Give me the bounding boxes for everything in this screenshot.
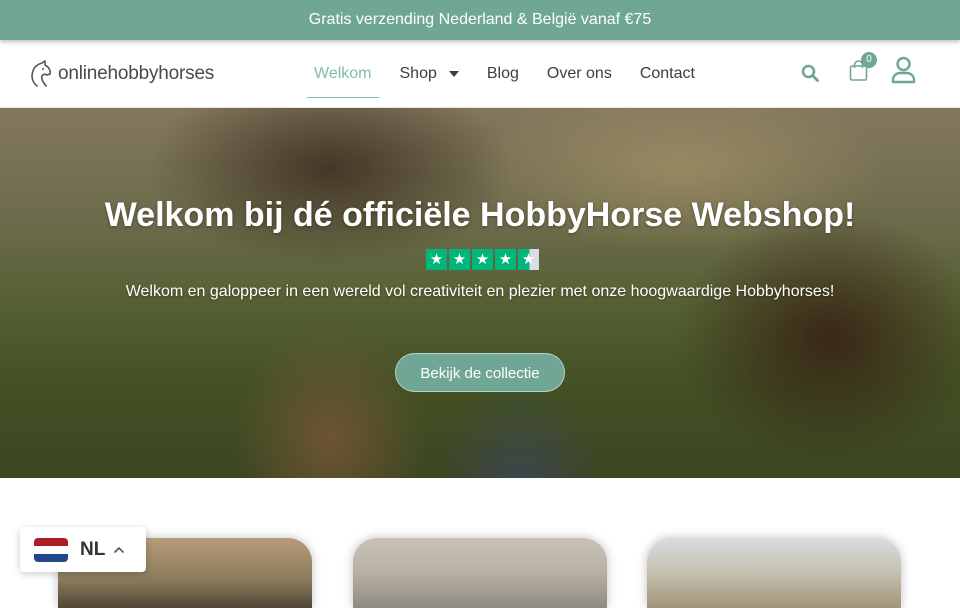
cart-count-badge: 0 (861, 52, 877, 68)
category-card-image[interactable] (353, 538, 607, 608)
nav-label: Shop (399, 65, 437, 82)
star-icon: ★ (426, 249, 447, 270)
cart-button[interactable]: 0 (849, 52, 877, 87)
site-header: onlinehobbyhorses Welkom Shop Blog Over … (0, 40, 960, 108)
nav-label: Over ons (546, 65, 612, 82)
logo-text: onlinehobbyhorses (58, 63, 215, 84)
trustpilot-rating: ★ ★ ★ ★ ★ (426, 249, 539, 270)
promo-text: Gratis verzending Nederland & België van… (308, 11, 652, 28)
category-card-image[interactable] (647, 538, 901, 608)
search-button[interactable] (801, 64, 819, 87)
main-nav: Welkom Shop Blog Over ons Contact (300, 40, 709, 108)
caret-down-icon (448, 71, 459, 77)
nav-item-contact[interactable]: Contact (628, 40, 707, 108)
account-button[interactable] (891, 56, 916, 89)
hero-banner: Welkom bij dé officiële HobbyHorse Websh… (0, 108, 960, 478)
language-switcher[interactable]: NL (20, 527, 146, 572)
nav-item-shop[interactable]: Shop (388, 40, 471, 108)
hero-subtitle: Welkom en galoppeer in een wereld vol cr… (125, 283, 835, 300)
chevron-up-icon (114, 546, 125, 553)
star-icon: ★ (495, 249, 516, 270)
view-collection-button[interactable]: Bekijk de collectie (395, 353, 565, 392)
user-icon (891, 56, 916, 84)
search-icon (801, 64, 819, 82)
nav-item-blog[interactable]: Blog (475, 40, 531, 108)
half-star-icon: ★ (518, 249, 539, 270)
nav-item-over-ons[interactable]: Over ons (535, 40, 624, 108)
nav-label: Welkom (314, 65, 372, 82)
hero-title: Welkom bij dé officiële HobbyHorse Websh… (104, 196, 856, 234)
horse-head-icon (31, 60, 52, 87)
site-logo[interactable]: onlinehobbyhorses (28, 58, 214, 90)
netherlands-flag-icon (34, 537, 68, 562)
star-icon: ★ (472, 249, 493, 270)
nav-item-welkom[interactable]: Welkom (302, 40, 384, 108)
star-icon: ★ (449, 249, 470, 270)
nav-label: Blog (486, 65, 519, 82)
language-code: NL (80, 538, 106, 560)
nav-label: Contact (639, 65, 695, 82)
promo-bar: Gratis verzending Nederland & België van… (0, 0, 960, 40)
